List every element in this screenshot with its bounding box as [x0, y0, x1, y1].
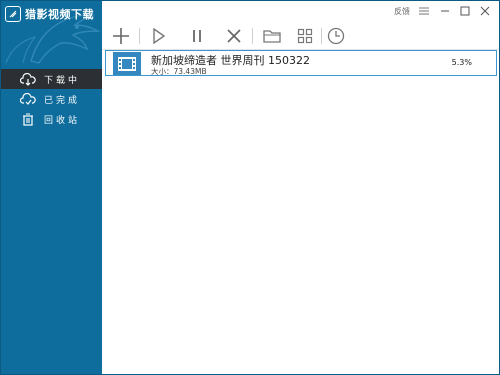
sidebar-nav: 下载中 已完成 回收站 — [1, 69, 102, 129]
trash-icon — [20, 112, 36, 126]
minimize-icon[interactable] — [438, 4, 452, 18]
play-icon[interactable] — [148, 25, 170, 47]
download-row[interactable]: 新加坡缔造者 世界周刊 150322 大小：73.43MB 5.3% — [105, 50, 497, 76]
clock-icon[interactable] — [325, 25, 347, 47]
delete-icon[interactable] — [223, 25, 245, 47]
sidebar-item-label: 已完成 — [44, 95, 81, 106]
app-title-row: 猎影视频下载 — [5, 5, 94, 23]
download-progress: 5.3% — [451, 58, 472, 67]
grid-icon[interactable] — [294, 25, 316, 47]
add-icon[interactable] — [110, 25, 132, 47]
app-title: 猎影视频下载 — [25, 8, 94, 21]
app-window: 猎影视频下载 下载中 已完成 回收站 反馈 新加坡缔造者 世界周刊 150322… — [0, 0, 500, 375]
toolbar-divider — [252, 28, 253, 44]
feedback-link[interactable]: 反馈 — [394, 6, 410, 17]
sidebar-item-completed[interactable]: 已完成 — [1, 89, 102, 109]
toolbar-divider — [139, 28, 140, 44]
pause-icon[interactable] — [186, 25, 208, 47]
download-list: 新加坡缔造者 世界周刊 150322 大小：73.43MB 5.3% — [102, 50, 499, 374]
close-icon[interactable] — [478, 4, 492, 18]
cloud-download-icon — [20, 72, 36, 86]
menu-icon[interactable] — [417, 4, 431, 18]
cloud-done-icon — [20, 92, 36, 106]
toolbar — [102, 23, 499, 50]
folder-icon[interactable] — [261, 25, 283, 47]
sidebar: 猎影视频下载 下载中 已完成 回收站 — [1, 1, 102, 374]
sidebar-item-label: 回收站 — [44, 115, 81, 126]
sidebar-item-label: 下载中 — [44, 75, 81, 86]
title-bar: 反馈 — [102, 1, 499, 23]
maximize-icon[interactable] — [458, 4, 472, 18]
app-logo-icon — [5, 6, 21, 22]
download-size: 大小：73.43MB — [151, 67, 207, 76]
toolbar-divider — [321, 28, 322, 44]
film-icon — [113, 52, 141, 75]
sidebar-item-recycle-bin[interactable]: 回收站 — [1, 109, 102, 129]
sidebar-item-downloading[interactable]: 下载中 — [1, 69, 102, 89]
